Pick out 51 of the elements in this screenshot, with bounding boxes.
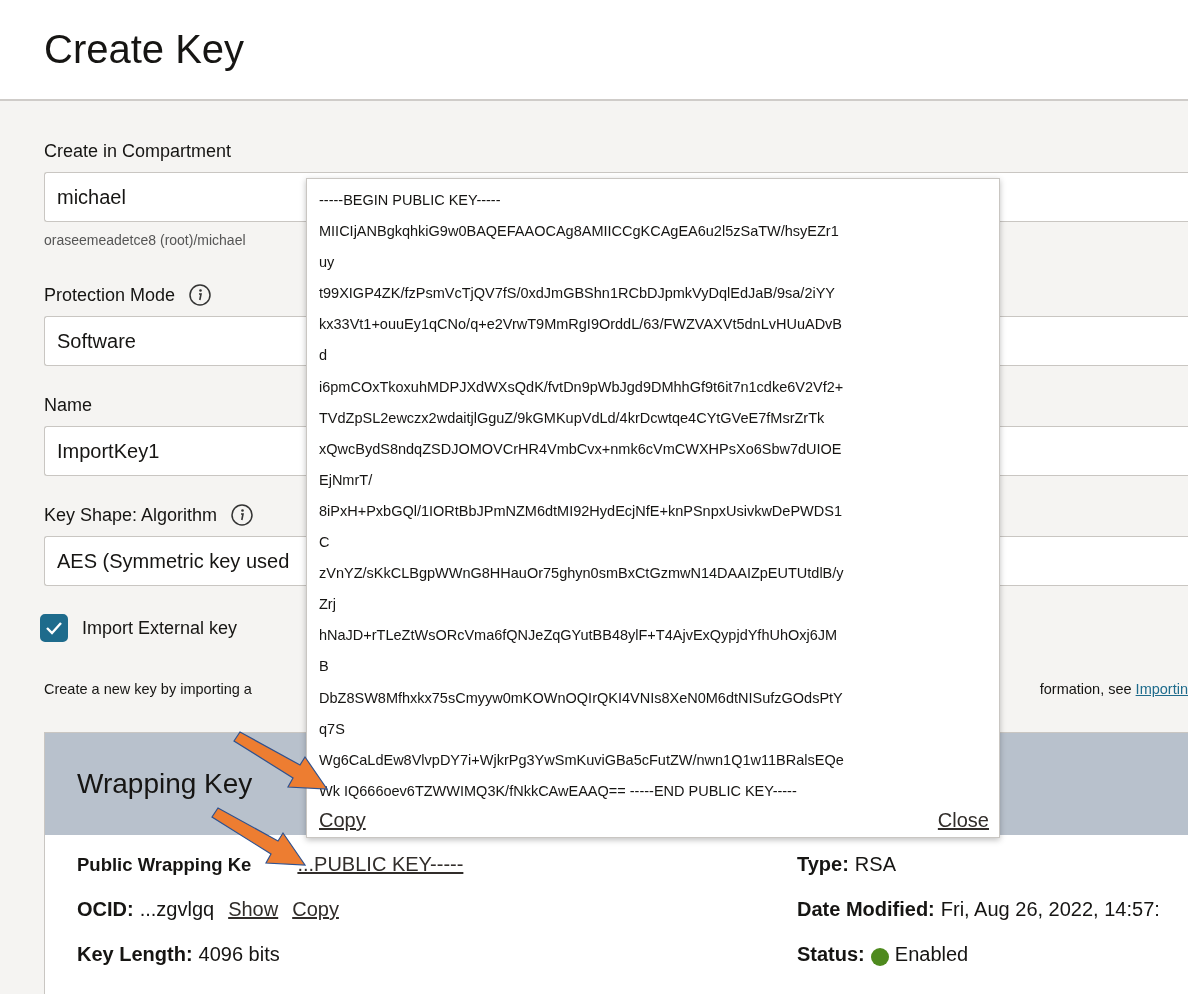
key-text-line: 8iPxH+PxbGQl/1IORtBbJPmNZM6dtMI92HydEcjNfE+knPSnpxUsivkwDePWDS1 <box>319 501 843 521</box>
checkbox[interactable] <box>40 614 68 642</box>
field-label: OCID: <box>77 898 134 921</box>
field-label: Key Shape: Algorithm <box>44 504 218 526</box>
type-value: RSA <box>854 853 896 876</box>
key-text-line: t99XIGP4ZK/fzPsmVcTjQV7fS/0xdJmGBShn1RCbDJpmkVyDqlEdJaB/9sa/2iYY <box>319 284 837 304</box>
description-text: Create a new key by importing a <box>44 681 252 699</box>
key-text-line: EjNmrT/ <box>319 470 374 490</box>
key-text-line: Wg6CaLdEw8VlvpDY7i+WjkrPg3YwSmKuviGBa5cFutZW/nwn1Q1w11BRalsEQe <box>319 750 845 770</box>
key-text-line: C <box>319 533 331 553</box>
field-label: Create in Compartment <box>44 140 232 162</box>
status-value: Enabled <box>894 943 969 966</box>
page-title: Create Key <box>44 27 245 72</box>
field-label: Key Length: <box>77 943 193 966</box>
field-label: Type: <box>797 853 849 876</box>
status-dot <box>870 947 889 966</box>
key-text-line: TVdZpSL2ewczx2wdaitjlGguZ/9kGMKupVdLd/4krDcwtqe4CYtGVeE7fMsrZrTk <box>319 408 826 428</box>
date-value: Fri, Aug 26, 2022, 14:57: <box>940 898 1160 921</box>
checkmark-icon <box>45 621 63 635</box>
show-link[interactable]: Show <box>228 898 279 921</box>
docs-link[interactable]: Importin <box>1135 681 1188 701</box>
field-label: Protection Mode <box>44 284 176 306</box>
copy-link[interactable]: Copy <box>292 898 339 921</box>
key-text-line: xQwcBydS8ndqZSDJOMOVCrHR4VmbCvx+nmk6cVmCWXHPsXo6Sbw7dUIOE <box>319 439 843 459</box>
panel-title: Wrapping Key <box>77 768 253 800</box>
ocid-value: ...zgvlgq <box>139 898 215 921</box>
description-text: formation, see <box>1039 681 1132 699</box>
field-label: Status: <box>797 943 865 966</box>
info-icon[interactable] <box>231 504 254 526</box>
key-text-line: Zrj <box>319 595 337 615</box>
key-text-line: DbZ8SW8Mfhxkx75sCmyyw0mKOWnOQIrQKI4VNIs8XeN0M6dtNISufzGOdsPtY <box>319 688 844 708</box>
key-length-value: 4096 bits <box>198 943 280 966</box>
field-label: Public Wrapping Ke <box>77 854 252 876</box>
field-label: Date Modified: <box>797 898 935 921</box>
info-icon[interactable] <box>189 284 212 306</box>
public-key-link[interactable]: ...PUBLIC KEY----- <box>297 853 464 876</box>
key-text-line: q7S <box>319 719 346 739</box>
field-hint: oraseemeadetce8 (root)/michael <box>44 232 246 248</box>
key-text-line: kx33Vt1+ouuEy1qCNo/q+e2VrwT9MmRgI9OrddL/63/FWZVAXVt5dnLvHUuADvB <box>319 315 844 335</box>
field-label: Name <box>44 394 92 416</box>
close-link[interactable]: Close <box>937 808 989 832</box>
key-text-line: d <box>319 346 329 366</box>
key-text-line: zVnYZ/sKkCLBgpWWnG8HHauOr75ghyn0smBxCtGzmwN14DAAIZpEUTUtdlB/y <box>319 564 845 584</box>
key-text-line: -----BEGIN PUBLIC KEY----- <box>319 191 502 210</box>
key-text-line: MIICIjANBgkqhkiG9w0BAQEFAAOCAg8AMIICCgKCAgEA6u2l5zSaTW/hsyEZr1 <box>319 222 840 242</box>
key-text-line: i6pmCOxTkoxuhMDPJXdWXsQdK/fvtDn9pWbJgd9DMhhGf9t6it7n1cdke6V2Vf2+ <box>319 377 845 397</box>
key-text-line: hNaJD+rTLeZtWsORcVma6fQNJeZqGYutBB48ylF+T4AjvExQypjdYfhUhOxj6JM <box>319 626 839 646</box>
copy-link[interactable]: Copy <box>319 808 366 832</box>
key-text-line: B <box>319 657 330 677</box>
key-text-line: uy <box>319 253 336 273</box>
checkbox-label: Import External key <box>82 617 238 639</box>
